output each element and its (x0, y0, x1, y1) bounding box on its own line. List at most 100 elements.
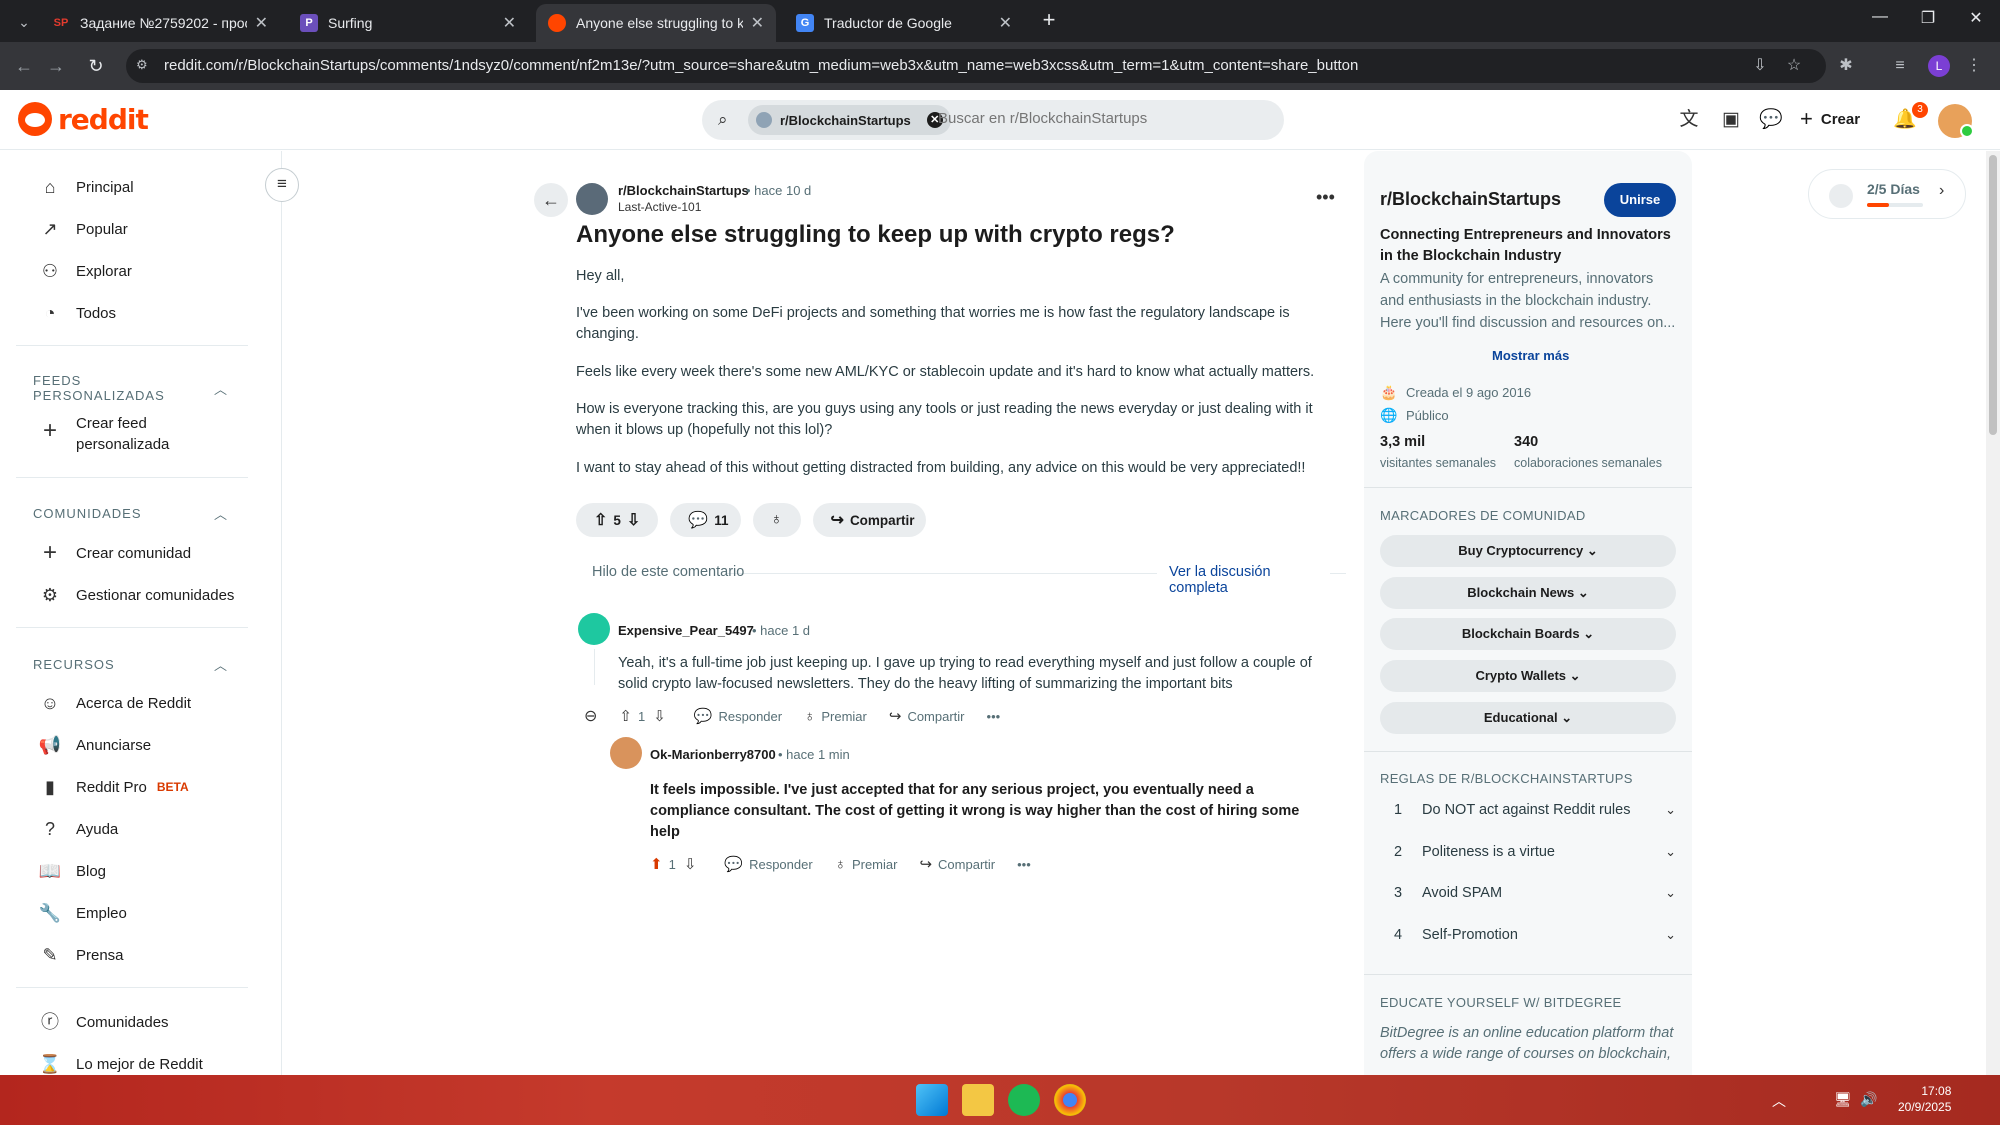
sidebar-item-careers[interactable]: 🔧 Empleo (38, 901, 127, 925)
extensions-icon[interactable]: ✱ (1834, 54, 1858, 78)
network-icon[interactable]: 🖥 (1834, 1091, 1852, 1108)
sidebar-item-todos[interactable]: ◔ Todos (38, 301, 116, 325)
more-options-icon[interactable]: ••• (1017, 857, 1031, 872)
tab-search-icon[interactable]: ⌄ (12, 10, 36, 34)
chat-icon[interactable]: 💬 (1758, 108, 1784, 134)
collapse-sidebar-button[interactable]: ≡ (265, 168, 299, 202)
create-button[interactable]: + Crear (1800, 106, 1860, 132)
volume-icon[interactable]: 🔊 (1860, 1091, 1877, 1108)
community-name[interactable]: r/BlockchainStartups (1380, 189, 1561, 210)
bookmark-crypto-wallets[interactable]: Crypto Wallets ⌄ (1380, 660, 1676, 692)
award-button[interactable]: ♁ Premiar (835, 856, 898, 873)
upvote-icon[interactable]: ⇧ (619, 707, 632, 725)
share-button[interactable]: ↪ Compartir (889, 707, 965, 725)
sidebar-item-reddit-pro[interactable]: ▮ Reddit Pro BETA (38, 775, 189, 799)
resources-section-header[interactable]: RECURSOS ︿ (33, 655, 228, 674)
sidebar-item-press[interactable]: ✎ Prensa (38, 943, 123, 967)
bookmark-blockchain-boards[interactable]: Blockchain Boards ⌄ (1380, 618, 1676, 650)
sidebar-item-best-of-reddit[interactable]: ⌛ Lo mejor de Reddit (38, 1052, 203, 1075)
rule-item[interactable]: 4 Self-Promotion ⌄ (1394, 927, 1676, 943)
browser-profile-avatar[interactable]: L (1928, 55, 1950, 77)
new-tab-button[interactable]: + (1036, 8, 1062, 34)
spotify-icon[interactable] (1008, 1084, 1040, 1116)
search-bar[interactable]: ⌕ r/BlockchainStartups ✕ (702, 100, 1284, 140)
reddit-logo[interactable]: reddit (18, 102, 149, 136)
rule-item[interactable]: 1 Do NOT act against Reddit rules ⌄ (1394, 802, 1676, 818)
downvote-icon[interactable]: ⇩ (684, 855, 697, 873)
award-button[interactable]: ♁ (752, 503, 801, 537)
sidebar-item-manage-communities[interactable]: ⚙ Gestionar comunidades (38, 583, 235, 607)
collapse-thread-icon[interactable]: ⊖ (584, 706, 597, 726)
comments-button[interactable]: 💬 11 (670, 503, 741, 537)
windows-start-icon[interactable] (916, 1084, 948, 1116)
share-button[interactable]: ↪ Compartir (812, 503, 927, 537)
sidebar-item-advertise[interactable]: 📢 Anunciarse (38, 733, 151, 757)
downvote-icon[interactable]: ⇩ (627, 510, 640, 530)
back-arrow-icon[interactable]: ← (12, 54, 36, 78)
scrollbar-thumb[interactable] (1989, 155, 1997, 435)
subreddit-link[interactable]: r/BlockchainStartups (618, 183, 749, 198)
close-tab-icon[interactable]: ✕ (255, 13, 268, 33)
close-tab-icon[interactable]: ✕ (999, 13, 1012, 33)
close-tab-icon[interactable]: ✕ (503, 13, 516, 33)
create-feed-button[interactable]: + Crear feed personalizada (38, 413, 169, 455)
subreddit-avatar[interactable] (576, 183, 608, 215)
communities-section-header[interactable]: COMUNIDADES ︿ (33, 504, 228, 523)
file-explorer-icon[interactable] (962, 1084, 994, 1116)
restore-icon[interactable]: ❐ (1908, 8, 1948, 28)
join-button[interactable]: Unirse (1604, 183, 1676, 217)
back-button[interactable]: ← (534, 183, 568, 217)
chrome-icon[interactable] (1054, 1084, 1086, 1116)
downvote-icon[interactable]: ⇩ (653, 707, 666, 725)
media-control-icon[interactable]: ≡ (1888, 54, 1912, 78)
streak-widget[interactable]: 2/5 Días › (1808, 169, 1966, 219)
close-window-icon[interactable]: ✕ (1956, 8, 1996, 28)
sidebar-item-principal[interactable]: ⌂ Principal (38, 175, 134, 199)
sidebar-item-blog[interactable]: 📖 Blog (38, 859, 106, 883)
install-app-icon[interactable]: ⇩ (1748, 54, 1772, 78)
sidebar-item-explorar[interactable]: ⚇ Explorar (38, 259, 132, 283)
rule-item[interactable]: 2 Politeness is a virtue ⌄ (1394, 844, 1676, 860)
taskbar-clock[interactable]: 17:08 20/9/2025 (1898, 1083, 1951, 1115)
sidebar-item-create-community[interactable]: + Crear comunidad (38, 541, 191, 565)
sidebar-item-popular[interactable]: ↗ Popular (38, 217, 127, 241)
upvoted-icon[interactable]: ⬆ (650, 855, 663, 873)
comment-author[interactable]: Expensive_Pear_5497 (618, 623, 754, 638)
view-full-discussion-link[interactable]: Ver la discusión completa (1157, 564, 1330, 596)
browser-tab-4[interactable]: G Traductor de Google ✕ (784, 4, 1024, 42)
more-options-icon[interactable]: ••• (1316, 187, 1335, 208)
subreddit-search-chip[interactable]: r/BlockchainStartups ✕ (748, 105, 951, 135)
bookmark-star-icon[interactable]: ☆ (1782, 54, 1806, 78)
sidebar-item-communities[interactable]: ⓡ Comunidades (38, 1010, 169, 1034)
search-input[interactable] (938, 110, 1258, 127)
close-tab-icon[interactable]: ✕ (751, 13, 764, 33)
browser-tab-2[interactable]: P Surfing ✕ (288, 4, 528, 42)
tray-chevron-up-icon[interactable]: ︿ (1772, 1091, 1786, 1111)
forward-arrow-icon[interactable]: → (44, 54, 68, 78)
site-info-icon[interactable]: ⚙ (136, 57, 154, 75)
upvote-icon[interactable]: ⇧ (594, 510, 607, 530)
translate-icon[interactable]: 文 (1676, 108, 1702, 134)
reply-button[interactable]: 💬 Responder (724, 855, 812, 873)
bookmark-buy-crypto[interactable]: Buy Cryptocurrency ⌄ (1380, 535, 1676, 567)
commenter-avatar[interactable] (610, 737, 642, 769)
user-avatar[interactable] (1938, 104, 1974, 138)
rule-item[interactable]: 3 Avoid SPAM ⌄ (1394, 885, 1676, 901)
chrome-menu-icon[interactable]: ⋮ (1962, 54, 1986, 78)
bookmark-blockchain-news[interactable]: Blockchain News ⌄ (1380, 577, 1676, 609)
sidebar-item-help[interactable]: ? Ayuda (38, 817, 118, 841)
award-button[interactable]: ♁ Premiar (804, 708, 867, 725)
reload-icon[interactable]: ↻ (84, 54, 108, 78)
browser-tab-3[interactable]: Anyone else struggling to keep ✕ (536, 4, 776, 42)
post-author[interactable]: Last-Active-101 (618, 200, 701, 214)
share-button[interactable]: ↪ Compartir (919, 855, 995, 873)
minimize-icon[interactable]: — (1860, 8, 1900, 26)
page-scrollbar[interactable] (1986, 151, 2000, 1075)
show-more-link[interactable]: Mostrar más (1492, 348, 1569, 363)
advertise-icon[interactable]: ▣ (1718, 108, 1744, 134)
more-options-icon[interactable]: ••• (987, 709, 1001, 724)
sidebar-item-about[interactable]: ☺ Acerca de Reddit (38, 691, 191, 715)
comment-author[interactable]: Ok-Marionberry8700 (650, 747, 776, 762)
commenter-avatar[interactable] (578, 613, 610, 645)
browser-tab-1[interactable]: SP Задание №2759202 - просмо ✕ (40, 4, 280, 42)
